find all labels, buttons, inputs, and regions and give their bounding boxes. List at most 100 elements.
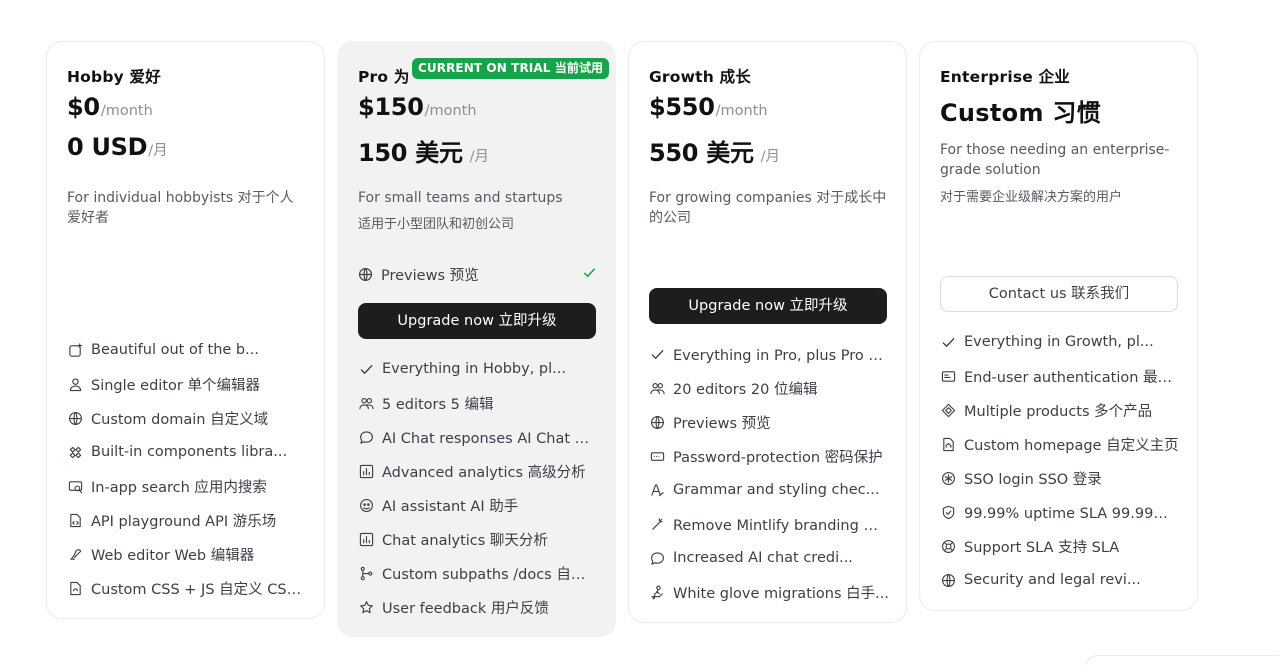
feature-text: Everything in Growth, pl... <box>964 334 1154 350</box>
previews-toggle[interactable]: Previews 预览 <box>357 264 597 285</box>
feature-item: API playground API 游乐场 <box>67 503 307 537</box>
price-unit: /month <box>100 103 153 119</box>
feature-text: Single editor 单个编辑器 <box>91 377 260 394</box>
feature-text: Custom homepage 自定义主页 <box>964 437 1179 454</box>
feature-item: Security and legal revi... <box>940 563 1180 597</box>
feature-text: Everything in Pro, plus Pro 中... <box>673 347 889 364</box>
plan-description: For those needing an enterprise-grade so… <box>940 142 1170 178</box>
feature-list: Everything in Hobby, pl... 5 editors 5 编辑… <box>358 352 598 624</box>
chat-icon <box>358 429 374 445</box>
current-trial-badge: CURRENT ON TRIAL 当前试用 <box>412 58 610 79</box>
globe-icon <box>357 267 373 283</box>
feature-list: Beautiful out of the b... Single editor 单… <box>67 333 307 605</box>
file-code-icon <box>67 512 83 528</box>
users-icon <box>358 395 374 411</box>
check-icon <box>582 265 597 284</box>
feature-item: Everything in Pro, plus Pro 中... <box>649 337 889 371</box>
plan-name: Pro 为 <box>358 68 410 86</box>
globe-icon <box>940 572 956 588</box>
plan-description-zh: 对于需要企业级解决方案的用户 <box>940 190 1123 205</box>
star-icon <box>358 599 374 615</box>
price-local: 550 美元 /月 <box>649 133 780 168</box>
price-local-unit: /月 <box>148 143 168 159</box>
upgrade-now-button[interactable]: Upgrade now 立即升级 <box>649 288 887 324</box>
feature-text: Increased AI chat credi... <box>673 550 853 566</box>
chart-icon <box>358 531 374 547</box>
price-local-value: 550 美元 <box>649 139 754 167</box>
feature-item: 5 editors 5 编辑 <box>358 386 598 420</box>
feature-text: White glove migrations 白手... <box>673 585 889 602</box>
feature-text: Security and legal revi... <box>964 572 1141 588</box>
price-local: 150 美元 /月 <box>358 133 489 168</box>
plan-name: Hobby 爱好 <box>67 68 161 86</box>
feature-item: Custom domain 自定义域 <box>67 401 307 435</box>
feature-text: Support SLA 支持 SLA <box>964 539 1120 556</box>
feature-text: Multiple products 多个产品 <box>964 403 1153 420</box>
feature-item: Remove Mintlify branding 删... <box>649 507 889 541</box>
contact-us-button[interactable]: Contact us 联系我们 <box>940 276 1178 312</box>
feature-item: Advanced analytics 高级分析 <box>358 454 598 488</box>
feature-text: End-user authentication 最终... <box>964 369 1180 386</box>
feature-text: Beautiful out of the b... <box>91 342 259 358</box>
price-local-value: 150 美元 <box>358 139 463 167</box>
migrate-icon <box>649 584 665 600</box>
price-local: 0 USD /月 <box>67 133 168 161</box>
price-unit: /month <box>424 103 477 119</box>
feature-item: In-app search 应用内搜索 <box>67 469 307 503</box>
price-local-value: 0 USD <box>67 133 148 161</box>
feature-item: Multiple products 多个产品 <box>940 393 1180 427</box>
feature-text: 20 editors 20 位编辑 <box>673 381 818 398</box>
feature-item: User feedback 用户反馈 <box>358 590 598 624</box>
shield-icon <box>940 504 956 520</box>
feature-item: AI assistant AI 助手 <box>358 488 598 522</box>
check-icon <box>940 334 956 350</box>
feature-item: Built-in components libra... <box>67 435 307 469</box>
feature-text: Password-protection 密码保护 <box>673 449 883 466</box>
grammar-icon <box>649 482 665 498</box>
feature-text: Chat analytics 聊天分析 <box>382 532 548 549</box>
next-section-edge <box>1085 655 1279 665</box>
plan-description: For growing companies 对于成长中的公司 <box>649 190 887 226</box>
feature-item: Everything in Growth, pl... <box>940 325 1180 359</box>
feature-text: Custom subpaths /docs 自定... <box>382 566 598 583</box>
feature-item: End-user authentication 最终... <box>940 359 1180 393</box>
products-icon <box>940 402 956 418</box>
feature-item: Custom CSS + JS 自定义 CSS ... <box>67 571 307 605</box>
feature-item: Support SLA 支持 SLA <box>940 529 1180 563</box>
plan-name: Enterprise 企业 <box>940 68 1070 86</box>
feature-text: Everything in Hobby, pl... <box>382 361 566 377</box>
check-icon <box>649 346 665 362</box>
price-usd: $0 /month <box>67 93 153 121</box>
plan-description: For individual hobbyists 对于个人爱好者 <box>67 190 294 226</box>
feature-item: 20 editors 20 位编辑 <box>649 371 889 405</box>
feature-text: Remove Mintlify branding 删... <box>673 517 889 534</box>
upgrade-now-button[interactable]: Upgrade now 立即升级 <box>358 303 596 339</box>
feature-text: AI assistant AI 助手 <box>382 498 519 515</box>
sparkle-icon <box>67 342 83 358</box>
chart-icon <box>358 463 374 479</box>
feature-item: Web editor Web 编辑器 <box>67 537 307 571</box>
chat-icon <box>649 550 665 566</box>
price-local-unit: /月 <box>469 149 490 165</box>
feature-item: Grammar and styling chec... <box>649 473 889 507</box>
feature-item: AI Chat responses AI Chat 响应 <box>358 420 598 454</box>
price-value: $0 <box>67 93 100 121</box>
feature-item: Single editor 单个编辑器 <box>67 367 307 401</box>
feature-text: AI Chat responses AI Chat 响应 <box>382 430 598 447</box>
lifebuoy-icon <box>940 538 956 554</box>
feature-text: SSO login SSO 登录 <box>964 471 1102 488</box>
feature-text: In-app search 应用内搜索 <box>91 479 267 496</box>
user-icon <box>67 376 83 392</box>
feature-item: Custom homepage 自定义主页 <box>940 427 1180 461</box>
plan-description: For small teams and startups <box>358 190 563 206</box>
previews-label: Previews 预览 <box>381 268 479 284</box>
file-home-icon <box>940 436 956 452</box>
price-value: Custom 习惯 <box>940 99 1102 127</box>
plan-description-zh: 适用于小型团队和初创公司 <box>358 217 515 232</box>
components-icon <box>67 444 83 460</box>
feature-list: Everything in Pro, plus Pro 中... 20 edito… <box>649 337 889 609</box>
feature-list: Everything in Growth, pl... End-user auth… <box>940 325 1180 597</box>
check-icon <box>358 361 374 377</box>
feature-text: Web editor Web 编辑器 <box>91 547 255 564</box>
pen-icon <box>67 546 83 562</box>
